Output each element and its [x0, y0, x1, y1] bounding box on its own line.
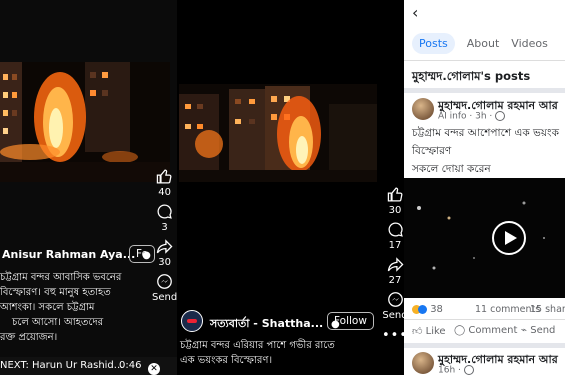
post-meta: 16h · — [438, 365, 474, 375]
fire-video-frame — [0, 62, 170, 182]
caption-line: বিস্ফোরণ। বহু মানুষ হতাহত — [0, 287, 111, 298]
next-duration: 0:46 — [119, 360, 142, 371]
send-label: Send — [152, 292, 177, 303]
like-label: Like — [425, 326, 446, 337]
video-player[interactable] — [179, 84, 377, 182]
share-icon — [387, 257, 403, 272]
post-meta-text: 16h · — [438, 365, 461, 375]
post-text-line: বিস্ফোরণ — [412, 145, 452, 157]
comment-icon — [157, 204, 172, 219]
post-meta: AI info · 3h · — [438, 111, 506, 122]
caption-line: আশংকা। সকলে চট্টগ্রাম — [0, 302, 95, 313]
action-rail: 30 17 27 Send ••• — [382, 186, 404, 343]
reaction-count: 38 — [430, 304, 443, 315]
post-text-line: চট্টগ্রাম বন্দর আশেপাশে এক ভয়ংক — [412, 127, 559, 139]
caption-line: চট্টগ্রাম বন্দর এরিয়ার পাশে গভীর রাতে — [180, 340, 335, 351]
reel-panel-middle: 30 17 27 Send ••• সত্যবার্তা - Shattha..… — [177, 0, 404, 375]
reel-caption: চট্টগ্রাম বন্দর আবাসিক ভবনের বিস্ফোরণ। ব… — [0, 270, 150, 345]
post-text: চট্টগ্রাম বন্দর আশেপাশে এক ভয়ংক বিস্ফোর… — [412, 124, 559, 178]
comment-icon: ◯ — [454, 325, 466, 336]
send-label: Send — [382, 310, 404, 321]
like-icon — [156, 169, 172, 184]
facebook-profile-panel: ‹ Posts About Videos মুহাম্মদ.গোলাম's po… — [404, 0, 565, 375]
page-logo-icon — [187, 319, 197, 323]
night-video-frame — [404, 178, 565, 298]
like-action[interactable]: 30 — [387, 186, 404, 216]
like-count: 30 — [388, 205, 402, 216]
section-title: মুহাম্মদ.গোলাম's posts — [412, 69, 531, 83]
reactions-bar[interactable]: 38 — [412, 304, 443, 315]
like-count: 40 — [158, 187, 171, 198]
author-name: Anisur Rahman Aya... — [2, 248, 136, 261]
comment-action[interactable]: 3 — [156, 203, 173, 233]
tab-posts[interactable]: Posts — [412, 32, 455, 54]
post-meta-text: AI info · 3h · — [438, 111, 493, 122]
divider — [404, 60, 565, 61]
fire-video-frame — [179, 84, 377, 182]
play-icon — [505, 231, 517, 245]
send-action[interactable]: Send — [382, 291, 404, 321]
send-action[interactable]: Send — [152, 273, 177, 303]
play-button[interactable] — [492, 221, 526, 255]
follow-button[interactable]: Follow — [327, 312, 374, 330]
like-action[interactable]: 40 — [156, 168, 173, 198]
reel-author[interactable]: সত্যবার্তা - Shattha... ● — [210, 315, 340, 334]
section-divider — [404, 88, 565, 93]
share-count: 30 — [158, 257, 171, 268]
tab-about[interactable]: About — [467, 37, 500, 50]
comment-icon — [388, 222, 403, 237]
shares-count[interactable]: 15 shares — [530, 304, 565, 315]
action-rail: 40 3 30 Send — [152, 168, 177, 308]
reel-panel-left: 40 3 30 Send Anisur Rahman Aya... ● Fo চ… — [0, 0, 177, 375]
comment-action[interactable]: 17 — [387, 221, 404, 251]
globe-icon — [495, 111, 506, 121]
messenger-icon — [387, 292, 403, 307]
caption-line: চলে আসো। আহতদের — [12, 317, 104, 328]
comment-count: 17 — [388, 240, 402, 251]
share-action[interactable]: 27 — [387, 256, 404, 286]
caption-line: এক ভয়ংকর বিস্ফোরণ। — [180, 355, 273, 366]
video-player[interactable] — [0, 62, 170, 182]
post-video[interactable] — [404, 178, 565, 298]
page-avatar[interactable] — [181, 310, 203, 332]
author-name: সত্যবার্তা - Shattha... — [210, 317, 324, 330]
next-label: NEXT: Harun Ur Rashid... — [0, 360, 124, 371]
like-icon — [387, 187, 402, 202]
avatar[interactable] — [412, 98, 434, 120]
comment-button[interactable]: ◯ Comment — [454, 325, 517, 336]
profile-tabs: Posts About Videos — [404, 30, 565, 56]
share-action[interactable]: 30 — [156, 238, 173, 268]
reel-caption: চট্টগ্রাম বন্দর এরিয়ার পাশে গভীর রাতে এ… — [180, 338, 380, 368]
share-count: 27 — [388, 275, 402, 286]
follow-button[interactable]: Fo — [129, 245, 156, 263]
globe-icon — [463, 365, 474, 375]
more-options-icon[interactable]: ••• — [382, 328, 404, 343]
avatar[interactable] — [412, 352, 434, 374]
post-text-line: সকলে দোয়া করেন — [412, 163, 491, 175]
back-arrow-icon[interactable]: ‹ — [412, 3, 418, 22]
send-button[interactable]: ⌁ Send — [521, 325, 555, 336]
send-label: Send — [530, 325, 556, 336]
like-button[interactable]: 👍︎ Like — [412, 325, 446, 337]
messenger-icon: ⌁ — [521, 325, 528, 336]
share-icon — [156, 239, 173, 254]
messenger-icon — [157, 274, 172, 289]
caption-line: চট্টগ্রাম বন্দর আবাসিক ভবনের — [0, 272, 122, 283]
like-icon: 👍︎ — [412, 326, 423, 337]
divider — [404, 319, 565, 320]
comment-label: Comment — [468, 325, 518, 336]
post-divider — [404, 343, 565, 348]
tab-videos[interactable]: Videos — [511, 37, 548, 50]
caption-line: রক্ত প্রয়োজন। — [0, 332, 58, 343]
close-icon[interactable]: ✕ — [148, 363, 160, 375]
comment-count: 3 — [161, 222, 168, 233]
next-video-bar[interactable]: NEXT: Harun Ur Rashid... 0:46 ✕ — [0, 357, 177, 375]
like-reaction-icon — [418, 304, 427, 314]
